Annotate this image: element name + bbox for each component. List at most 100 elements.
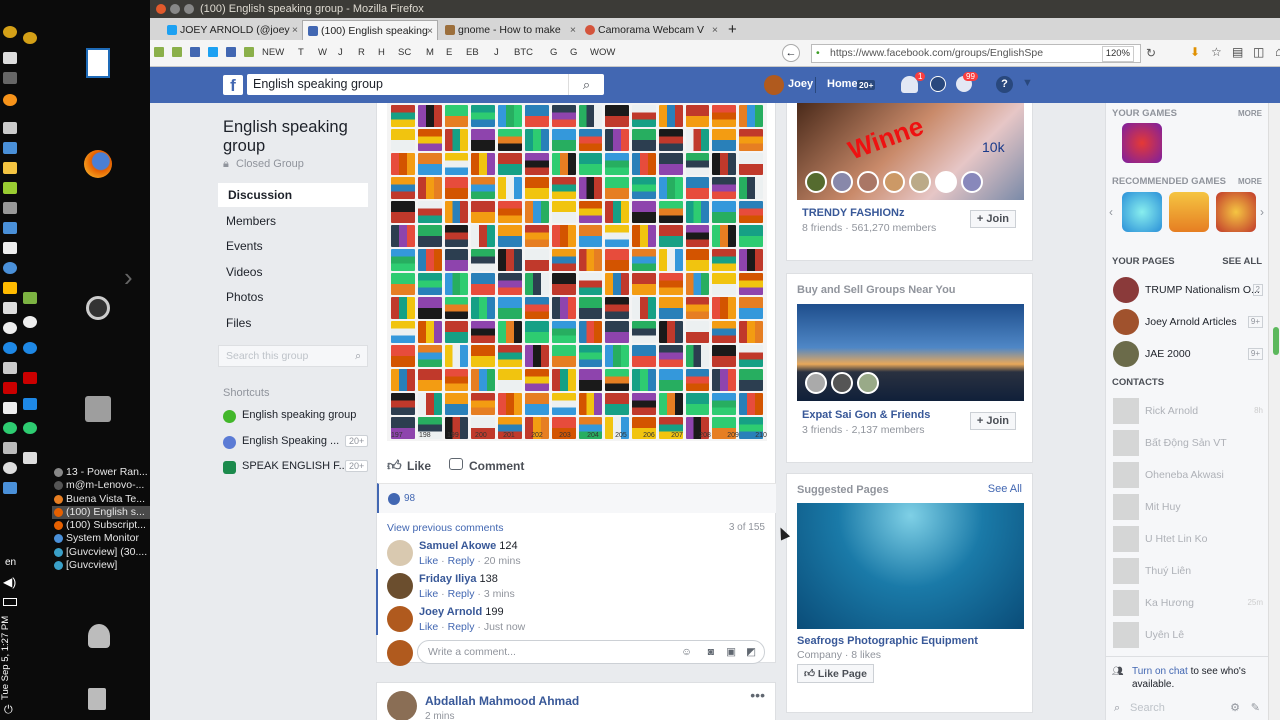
app-icon[interactable] [23,398,37,410]
bookmark-item[interactable]: BTC [514,47,533,58]
comment-reply-link[interactable]: Reply [448,555,475,567]
post-time[interactable]: 2 mins [425,711,454,720]
app-icon[interactable] [3,52,17,64]
page-scrollbar[interactable] [1268,103,1280,720]
taskbar-window-item[interactable]: System Monitor [52,532,150,545]
app-icon[interactable] [3,202,17,214]
app-icon[interactable] [3,142,17,154]
app-icon[interactable] [3,222,17,234]
bitcoin-icon[interactable] [3,26,17,38]
like-page-button[interactable]: 👍︎ Like Page [797,664,874,683]
messenger-icon[interactable] [930,76,946,92]
power-icon[interactable]: ⏻ [4,704,13,717]
bookmark-item[interactable]: R [358,47,365,58]
bubble-game[interactable] [1122,192,1162,232]
comment-avatar[interactable] [387,573,413,599]
app-icon[interactable] [3,242,17,254]
emoji-icon[interactable]: ☺ [681,641,692,663]
scrollbar-thumb[interactable] [1273,327,1279,355]
tab-gnome[interactable]: gnome - How to make × [440,20,580,40]
language-indicator[interactable]: en [5,557,16,568]
join-group-button[interactable]: + Join [969,210,1016,228]
group-title[interactable]: TRENDY FASHIONz [802,207,904,219]
new-tab-button[interactable]: + [724,20,744,40]
close-tab-icon[interactable]: × [712,20,718,40]
maximize-window-button[interactable] [184,4,194,14]
contact-item[interactable]: Oheneba Akwasi [1113,462,1263,488]
close-tab-icon[interactable]: × [427,21,433,40]
shortcut-item[interactable]: SPEAK ENGLISH F... 20+ [223,460,369,474]
tab-facebook[interactable]: (100) English speaking × [302,20,438,40]
app-icon[interactable] [3,402,17,414]
recommended-more-link[interactable]: MORE [1238,177,1262,186]
nav-members[interactable]: Members [218,209,368,233]
bookmark-folder-icon[interactable] [244,47,254,57]
home-icon[interactable]: ⌂ [1275,44,1280,59]
gif-icon[interactable]: ▣ [726,641,736,663]
contact-item[interactable]: Thuý Liên [1113,558,1263,584]
search-icon[interactable]: ⌕ [568,74,604,95]
app-icon[interactable] [3,362,17,374]
group-title[interactable]: Expat Sai Gon & Friends [802,409,930,421]
reaction-count[interactable]: 98 [404,493,415,504]
avatar[interactable] [764,75,784,95]
url-bar[interactable]: • https://www.facebook.com/groups/English… [811,44,1141,63]
contact-item[interactable]: Rick Arnold 8h [1113,398,1263,424]
comment-like-link[interactable]: Like [419,621,438,633]
comment-time[interactable]: Just now [484,621,525,633]
taskbar-window-item[interactable]: Buena Vista Te... [52,493,150,506]
nav-photos[interactable]: Photos [218,285,368,309]
comment-time[interactable]: 20 mins [484,555,521,567]
taskbar-window-item[interactable]: [Guvcview] [52,559,150,572]
taskbar-window-item[interactable]: [Guvcview] (30.... [52,546,150,559]
taskbar-window-item[interactable]: (100) English s... [52,505,150,520]
shortcut-item[interactable]: English speaking group [223,409,356,423]
bookmark-folder-icon[interactable] [190,47,200,57]
comment-author[interactable]: Joey Arnold 199 [419,606,504,618]
comment-button[interactable]: Comment [449,458,524,473]
facebook-logo-icon[interactable]: f [223,75,243,95]
nav-videos[interactable]: Videos [218,260,368,284]
minimize-window-button[interactable] [170,4,180,14]
app-icon[interactable] [23,372,37,384]
files-icon[interactable] [85,396,111,422]
join-group-button[interactable]: + Join [969,412,1016,430]
comment-author[interactable]: Friday Iliya 138 [419,573,498,585]
app-icon[interactable] [3,162,17,174]
user-icon[interactable] [88,624,110,648]
battery-icon[interactable] [3,598,17,606]
bookmark-item[interactable]: WOW [590,47,615,58]
comment-like-link[interactable]: Like [419,588,438,600]
contact-item[interactable]: Mit Huy [1113,494,1263,520]
page-title[interactable]: Seafrogs Photographic Equipment [797,635,978,647]
bookmark-item[interactable]: T [298,47,304,58]
chevron-down-icon[interactable]: ▼ [1022,77,1033,89]
bookmark-item[interactable]: E [446,47,452,58]
app-icon[interactable] [23,32,37,44]
bookmark-folder-icon[interactable] [172,47,182,57]
compose-icon[interactable]: ✎ [1251,699,1260,717]
bookmark-item[interactable]: G [550,47,557,58]
zoom-level[interactable]: 120% [1101,46,1134,62]
bookmark-folder-icon[interactable] [154,47,164,57]
comment-like-link[interactable]: Like [419,555,438,567]
comment-avatar[interactable] [387,540,413,566]
nav-events[interactable]: Events [218,234,368,258]
comment-reply-link[interactable]: Reply [448,621,475,633]
document-icon[interactable] [86,48,110,78]
app-icon[interactable] [3,482,17,494]
app-icon[interactable] [3,462,17,474]
nav-discussion[interactable]: Discussion [218,183,368,207]
volume-icon[interactable]: ◀) [3,575,16,589]
chevron-left-icon[interactable]: ‹ [1109,205,1113,219]
app-icon[interactable] [23,452,37,464]
contact-item[interactable]: U Htet Lin Ko [1113,526,1263,552]
flags-image[interactable] [387,103,767,441]
bookmark-item[interactable]: M [426,47,434,58]
shortcut-item[interactable]: English Speaking ... 20+ [223,435,369,449]
bookmark-folder-icon[interactable] [226,47,236,57]
app-icon[interactable] [3,72,17,84]
home-link[interactable]: Home [827,78,858,90]
post-author[interactable]: Abdallah Mahmood Ahmad [425,694,579,708]
tab-twitter[interactable]: JOEY ARNOLD (@joey × [162,20,302,40]
